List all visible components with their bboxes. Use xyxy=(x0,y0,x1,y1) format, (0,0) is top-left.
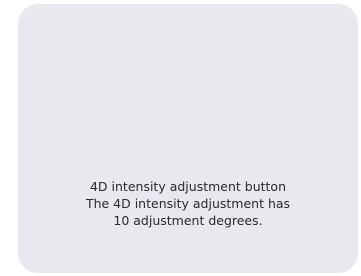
info-card: 4D intensity adjustment button The 4D in… xyxy=(18,4,358,273)
card-caption: 4D intensity adjustment button The 4D in… xyxy=(18,178,358,229)
card-title: 4D intensity adjustment button xyxy=(89,179,286,194)
card-description-line-1: The 4D intensity adjustment has xyxy=(85,196,291,211)
card-description-line-2: 10 adjustment degrees. xyxy=(113,213,263,228)
